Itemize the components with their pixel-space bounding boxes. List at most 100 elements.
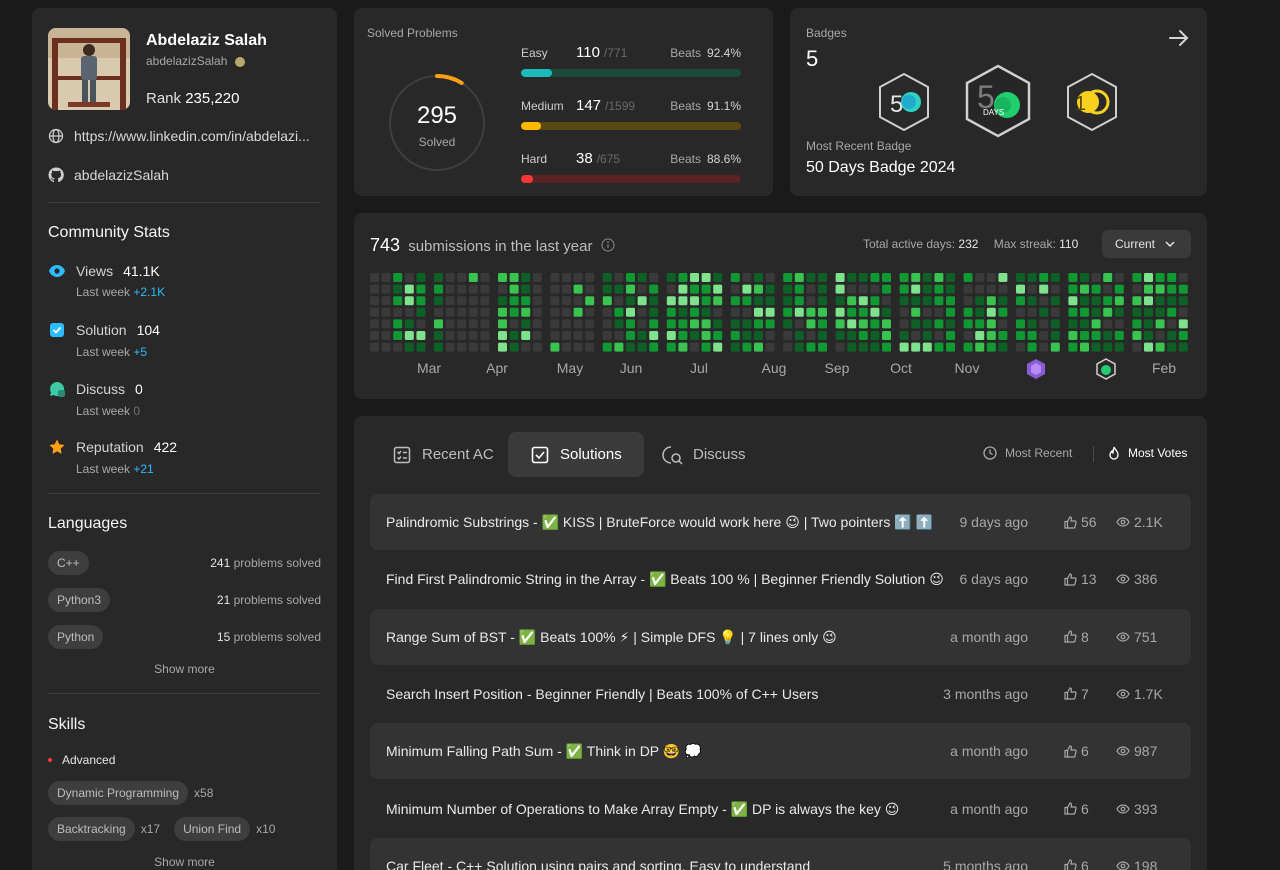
heatmap-cell[interactable] bbox=[1027, 307, 1037, 317]
heatmap-cell[interactable] bbox=[457, 342, 467, 352]
heatmap-cell[interactable] bbox=[818, 307, 827, 317]
heatmap-cell[interactable] bbox=[1068, 331, 1078, 340]
heatmap-cell[interactable] bbox=[998, 273, 1008, 282]
heatmap-cell[interactable] bbox=[911, 331, 921, 340]
heatmap-cell[interactable] bbox=[1167, 331, 1177, 340]
heatmap-cell[interactable] bbox=[783, 284, 793, 294]
heatmap-cell[interactable] bbox=[847, 284, 857, 294]
heatmap-cell[interactable] bbox=[794, 342, 804, 352]
heatmap-cell[interactable] bbox=[806, 342, 816, 352]
heatmap-cell[interactable] bbox=[649, 331, 659, 340]
heatmap-cell[interactable] bbox=[1080, 284, 1089, 294]
heatmap-cell[interactable] bbox=[602, 331, 612, 340]
heatmap-cell[interactable] bbox=[806, 307, 816, 317]
heatmap-cell[interactable] bbox=[870, 319, 880, 329]
heatmap-cell[interactable] bbox=[678, 273, 688, 282]
heatmap-cell[interactable] bbox=[946, 273, 955, 282]
heatmap-cell[interactable] bbox=[1068, 273, 1078, 282]
heatmap-cell[interactable] bbox=[882, 284, 891, 294]
heatmap-cell[interactable] bbox=[1050, 307, 1060, 317]
heatmap-cell[interactable] bbox=[678, 307, 688, 317]
heatmap-cell[interactable] bbox=[922, 284, 932, 294]
solution-row[interactable]: Palindromic Substrings - ✅ KISS | BruteF… bbox=[370, 494, 1191, 550]
heatmap-cell[interactable] bbox=[509, 307, 519, 317]
heatmap-cell[interactable] bbox=[573, 284, 583, 294]
heatmap-cell[interactable] bbox=[666, 307, 676, 317]
heatmap-cell[interactable] bbox=[963, 331, 973, 340]
heatmap-cell[interactable] bbox=[1114, 319, 1124, 329]
heatmap-cell[interactable] bbox=[602, 319, 612, 329]
heatmap-cell[interactable] bbox=[1016, 331, 1025, 340]
heatmap-cell[interactable] bbox=[847, 319, 857, 329]
heatmap-cell[interactable] bbox=[468, 319, 478, 329]
heatmap-cell[interactable] bbox=[783, 273, 793, 282]
heatmap-cell[interactable] bbox=[602, 342, 612, 352]
heatmap-cell[interactable] bbox=[585, 331, 595, 340]
heatmap-cell[interactable] bbox=[404, 273, 414, 282]
heatmap-cell[interactable] bbox=[381, 331, 391, 340]
heatmap-cell[interactable] bbox=[1027, 284, 1037, 294]
heatmap-cell[interactable] bbox=[998, 319, 1008, 329]
heatmap-cell[interactable] bbox=[835, 342, 845, 352]
heatmap-cell[interactable] bbox=[847, 273, 857, 282]
heatmap-cell[interactable] bbox=[480, 307, 490, 317]
heatmap-cell[interactable] bbox=[602, 273, 612, 282]
heatmap-cell[interactable] bbox=[1114, 342, 1124, 352]
heatmap-cell[interactable] bbox=[434, 273, 443, 282]
heatmap-cell[interactable] bbox=[457, 273, 467, 282]
heatmap-cell[interactable] bbox=[899, 273, 909, 282]
heatmap-cell[interactable] bbox=[701, 284, 711, 294]
heatmap-cell[interactable] bbox=[509, 273, 519, 282]
heatmap-cell[interactable] bbox=[818, 319, 827, 329]
heatmap-cell[interactable] bbox=[381, 307, 391, 317]
heatmap-cell[interactable] bbox=[946, 319, 955, 329]
heatmap-cell[interactable] bbox=[1132, 296, 1142, 306]
heatmap-cell[interactable] bbox=[562, 284, 571, 294]
heatmap-cell[interactable] bbox=[1155, 284, 1165, 294]
heatmap-cell[interactable] bbox=[858, 307, 868, 317]
heatmap-cell[interactable] bbox=[946, 284, 955, 294]
heatmap-cell[interactable] bbox=[690, 284, 699, 294]
solution-title[interactable]: Search Insert Position - Beginner Friend… bbox=[386, 686, 818, 702]
heatmap-cell[interactable] bbox=[532, 296, 542, 306]
heatmap-cell[interactable] bbox=[678, 284, 688, 294]
tab-solutions[interactable]: Solutions bbox=[508, 432, 644, 477]
heatmap-cell[interactable] bbox=[713, 331, 723, 340]
heatmap-cell[interactable] bbox=[975, 331, 985, 340]
heatmap-cell[interactable] bbox=[922, 319, 932, 329]
heatmap-cell[interactable] bbox=[922, 331, 932, 340]
heatmap-cell[interactable] bbox=[730, 296, 740, 306]
heatmap-cell[interactable] bbox=[585, 296, 595, 306]
sort-most-votes[interactable]: Most Votes bbox=[1108, 446, 1187, 460]
heatmap-cell[interactable] bbox=[381, 319, 391, 329]
heatmap-cell[interactable] bbox=[509, 331, 519, 340]
heatmap-cell[interactable] bbox=[445, 296, 455, 306]
heatmap-cell[interactable] bbox=[416, 307, 426, 317]
heatmap-cell[interactable] bbox=[614, 319, 624, 329]
heatmap-cell[interactable] bbox=[765, 331, 775, 340]
heatmap-cell[interactable] bbox=[498, 307, 507, 317]
heatmap-cell[interactable] bbox=[870, 273, 880, 282]
heatmap-cell[interactable] bbox=[550, 342, 560, 352]
heatmap-cell[interactable] bbox=[765, 307, 775, 317]
heatmap-cell[interactable] bbox=[509, 296, 519, 306]
heatmap-cell[interactable] bbox=[532, 284, 542, 294]
heatmap-cell[interactable] bbox=[882, 296, 891, 306]
heatmap-cell[interactable] bbox=[498, 319, 507, 329]
heatmap-cell[interactable] bbox=[416, 284, 426, 294]
heatmap-cell[interactable] bbox=[678, 342, 688, 352]
heatmap-cell[interactable] bbox=[1103, 296, 1113, 306]
heatmap-cell[interactable] bbox=[870, 307, 880, 317]
heatmap-cell[interactable] bbox=[1027, 273, 1037, 282]
heatmap-cell[interactable] bbox=[1114, 284, 1124, 294]
heatmap-cell[interactable] bbox=[1050, 273, 1060, 282]
heatmap-cell[interactable] bbox=[946, 331, 955, 340]
100-days-badge-icon[interactable]: 1 bbox=[1064, 72, 1120, 132]
heatmap-cell[interactable] bbox=[765, 319, 775, 329]
heatmap-cell[interactable] bbox=[480, 319, 490, 329]
heatmap-cell[interactable] bbox=[922, 296, 932, 306]
heatmap-cell[interactable] bbox=[1155, 296, 1165, 306]
heatmap-cell[interactable] bbox=[1039, 284, 1049, 294]
heatmap-cell[interactable] bbox=[934, 319, 944, 329]
heatmap-cell[interactable] bbox=[434, 296, 443, 306]
